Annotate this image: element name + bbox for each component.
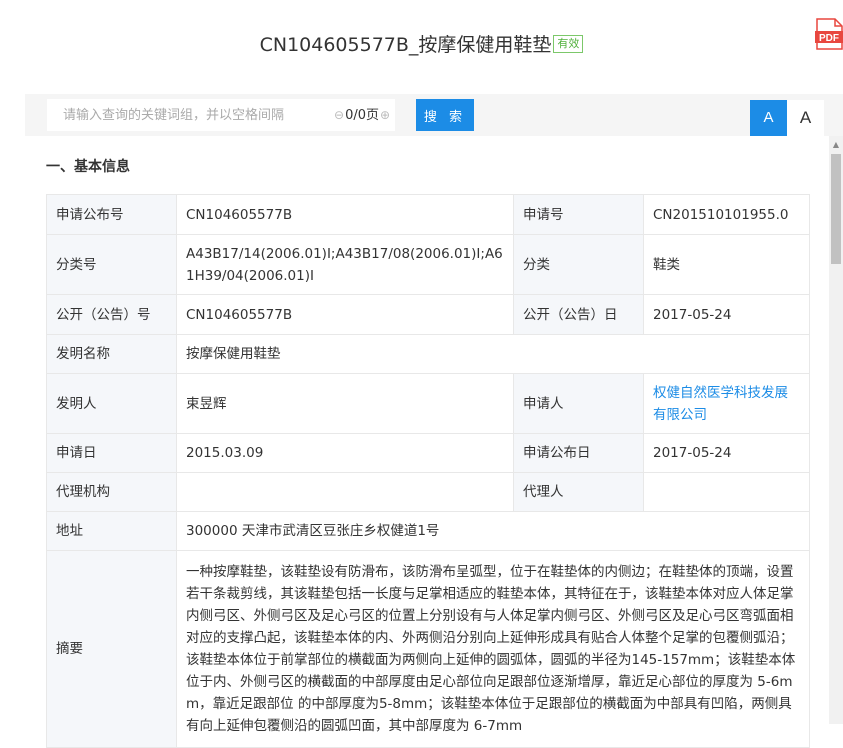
table-row: 发明名称 按摩保健用鞋垫: [46, 334, 810, 374]
app-date-label: 申请日: [46, 433, 177, 473]
table-row: 地址 300000 天津市武清区豆张庄乡权健道1号: [46, 511, 810, 551]
applicant-value: 权健自然医学科技发展有限公司: [643, 373, 810, 434]
app-no-label: 申请号: [513, 194, 644, 235]
open-no-value: CN104605577B: [176, 294, 514, 335]
table-row: 摘要 一种按摩鞋垫，该鞋垫设有防滑布，该防滑布呈弧型，位于在鞋垫体的内侧边；在鞋…: [46, 550, 810, 748]
agent-label: 代理人: [513, 472, 644, 512]
agency-value: [176, 472, 514, 512]
vertical-scrollbar[interactable]: ▲: [829, 136, 843, 724]
applicant-label: 申请人: [513, 373, 644, 434]
search-input[interactable]: [47, 99, 367, 131]
agency-label: 代理机构: [46, 472, 177, 512]
app-pub-date-value: 2017-05-24: [643, 433, 810, 473]
applicant-link[interactable]: 权健自然医学科技发展有限公司: [653, 385, 788, 423]
font-size-large-button[interactable]: A: [750, 100, 787, 136]
next-result-icon[interactable]: ⊕: [380, 108, 390, 122]
pager-text: 0/0页: [345, 108, 379, 123]
prev-result-icon[interactable]: ⊖: [334, 108, 344, 122]
open-date-value: 2017-05-24: [643, 294, 810, 335]
table-row: 代理机构 代理人: [46, 472, 810, 512]
abstract-value: 一种按摩鞋垫，该鞋垫设有防滑布，该防滑布呈弧型，位于在鞋垫体的内侧边；在鞋垫体的…: [176, 550, 810, 748]
class-value: 鞋类: [643, 234, 810, 295]
app-date-value: 2015.03.09: [176, 433, 514, 473]
pdf-icon[interactable]: PDF: [815, 18, 843, 50]
title-bar: CN104605577B_按摩保健用鞋垫 有效 PDF: [0, 0, 843, 80]
search-toolbar: ⊖0/0页⊕ 搜 索 A A: [25, 94, 843, 136]
section-title: 一、基本信息: [46, 159, 130, 175]
open-date-label: 公开（公告）日: [513, 294, 644, 335]
class-label: 分类: [513, 234, 644, 295]
name-label: 发明名称: [46, 334, 177, 374]
basic-info-table: 申请公布号 CN104605577B 申请号 CN201510101955.0 …: [46, 194, 810, 748]
scroll-thumb[interactable]: [831, 154, 841, 264]
table-row: 发明人 束昱辉 申请人 权健自然医学科技发展有限公司: [46, 373, 810, 434]
pub-no-value: CN104605577B: [176, 194, 514, 235]
agent-value: [643, 472, 810, 512]
address-value: 300000 天津市武清区豆张庄乡权健道1号: [176, 511, 810, 551]
font-size-normal-button[interactable]: A: [787, 100, 824, 136]
abstract-label: 摘要: [46, 550, 177, 748]
pub-no-label: 申请公布号: [46, 194, 177, 235]
class-no-value: A43B17/14(2006.01)I;A43B17/08(2006.01)I;…: [176, 234, 514, 295]
inventor-value: 束昱辉: [176, 373, 514, 434]
table-row: 分类号 A43B17/14(2006.01)I;A43B17/08(2006.0…: [46, 234, 810, 295]
result-pager: ⊖0/0页⊕: [333, 99, 396, 131]
inventor-label: 发明人: [46, 373, 177, 434]
name-value: 按摩保健用鞋垫: [176, 334, 810, 374]
table-row: 申请公布号 CN104605577B 申请号 CN201510101955.0: [46, 194, 810, 235]
app-pub-date-label: 申请公布日: [513, 433, 644, 473]
address-label: 地址: [46, 511, 177, 551]
table-row: 公开（公告）号 CN104605577B 公开（公告）日 2017-05-24: [46, 294, 810, 335]
class-no-label: 分类号: [46, 234, 177, 295]
svg-text:PDF: PDF: [819, 33, 839, 44]
status-badge: 有效: [553, 34, 584, 53]
open-no-label: 公开（公告）号: [46, 294, 177, 335]
document-title: CN104605577B_按摩保健用鞋垫 有效: [0, 30, 843, 57]
table-row: 申请日 2015.03.09 申请公布日 2017-05-24: [46, 433, 810, 473]
document-title-text: CN104605577B_按摩保健用鞋垫: [259, 34, 552, 56]
scroll-up-icon[interactable]: ▲: [829, 136, 843, 152]
search-button[interactable]: 搜 索: [416, 99, 474, 131]
app-no-value: CN201510101955.0: [643, 194, 810, 235]
